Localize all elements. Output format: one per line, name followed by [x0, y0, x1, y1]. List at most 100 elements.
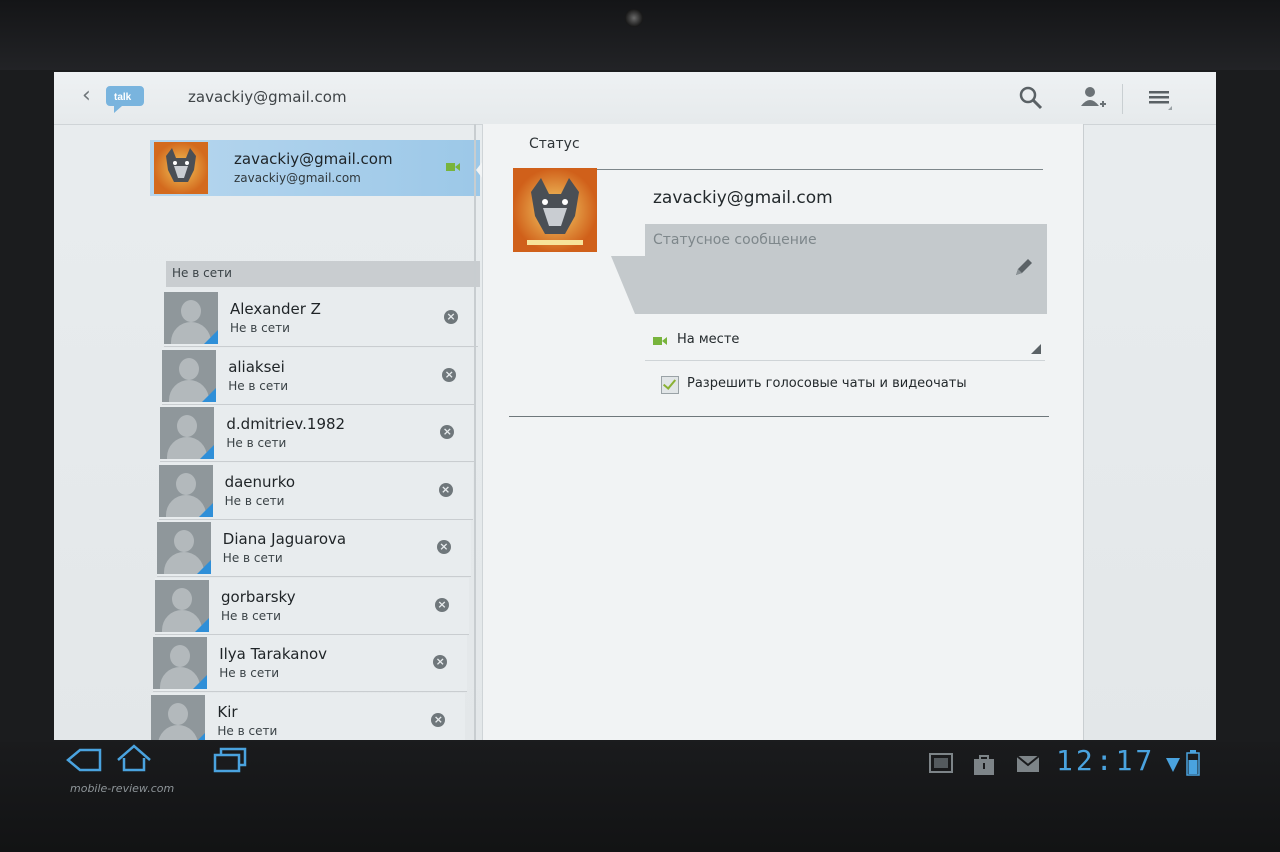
menu-icon[interactable] [1144, 84, 1174, 112]
recent-apps-icon[interactable] [212, 746, 248, 774]
avatar-head-shape [181, 300, 201, 322]
add-contact-icon[interactable] [1078, 84, 1108, 112]
remove-contact-icon[interactable]: × [440, 425, 455, 439]
voice-video-label: Разрешить голосовые чаты и видеочаты [687, 376, 967, 391]
contact-avatar-placeholder [162, 349, 217, 402]
watermark-text: mobile-review.com [70, 782, 175, 795]
home-nav-icon[interactable] [114, 742, 154, 774]
remove-contact-icon[interactable]: × [433, 655, 448, 669]
avatar-head-shape [172, 587, 192, 610]
device-bezel-top [0, 0, 1280, 70]
contact-avatar-placeholder [156, 522, 211, 574]
contact-name: Ilya Tarakanov [219, 645, 328, 663]
offline-corner-marker [196, 560, 211, 574]
my-avatar [154, 142, 208, 194]
offline-corner-marker [193, 675, 208, 689]
video-camera-icon [446, 163, 460, 171]
contact-row[interactable]: gorbarsky Не в сети × [155, 577, 469, 635]
contact-list-pane: zavackiy@gmail.com zavackiy@gmail.com Не… [144, 124, 490, 740]
search-icon[interactable] [1016, 84, 1046, 112]
remove-contact-icon[interactable]: × [438, 482, 453, 497]
contact-row[interactable]: Ilya Tarakanov Не в сети × [153, 635, 468, 692]
video-camera-icon [653, 337, 667, 345]
my-account-row[interactable]: zavackiy@gmail.com zavackiy@gmail.com [150, 140, 490, 196]
status-message-placeholder: Статусное сообщение [653, 232, 817, 248]
contact-name: daenurko [224, 472, 296, 491]
contact-avatar-placeholder [164, 292, 218, 344]
back-chevron-icon[interactable]: ‹ [82, 85, 96, 107]
front-camera [625, 9, 643, 27]
action-bar: ‹ talk zavackiy@gmail.com [54, 72, 1216, 125]
contact-status: Не в сети [222, 551, 283, 565]
contact-name: Diana Jaguarova [222, 530, 347, 548]
avatar-head-shape [170, 645, 191, 667]
status-clock: 12:17 [1056, 744, 1156, 777]
contact-name: aliaksei [228, 357, 285, 376]
contact-name: Alexander Z [230, 300, 321, 318]
remove-contact-icon[interactable]: × [436, 540, 451, 554]
battery-icon [1186, 750, 1200, 776]
profile-avatar[interactable] [513, 168, 597, 252]
remove-contact-icon[interactable]: × [435, 597, 449, 612]
voice-video-checkbox[interactable] [661, 376, 679, 394]
contact-status: Не в сети [221, 608, 281, 623]
contact-row[interactable]: Kir Не в сети × [151, 692, 466, 740]
contact-row[interactable]: aliaksei Не в сети × [162, 347, 477, 405]
offline-section-header: Не в сети [166, 261, 480, 287]
wifi-signal-icon [1166, 758, 1180, 772]
contact-status: Не в сети [217, 723, 278, 738]
contact-row[interactable]: Alexander Z Не в сети × [164, 290, 478, 347]
my-account-name: zavackiy@gmail.com [234, 150, 393, 168]
contact-status: Не в сети [224, 493, 285, 508]
back-nav-icon[interactable] [66, 746, 102, 774]
contact-avatar-placeholder [158, 464, 213, 517]
avatar-head-shape [173, 530, 194, 552]
detail-bottom-divider [509, 416, 1049, 417]
mail-icon[interactable] [1016, 754, 1040, 774]
pane-divider [474, 124, 476, 740]
talk-logo-icon[interactable]: talk [106, 82, 146, 114]
pencil-icon[interactable] [1013, 256, 1035, 278]
contact-row[interactable]: d.dmitriev.1982 Не в сети × [160, 405, 475, 462]
shopping-bag-icon[interactable] [972, 752, 996, 776]
contact-status: Не в сети [219, 666, 280, 680]
screenshot-notification-icon[interactable] [928, 752, 954, 776]
offline-corner-marker [198, 502, 213, 517]
contact-avatar-placeholder [151, 694, 206, 740]
contact-name: gorbarsky [221, 587, 296, 606]
presence-value: На месте [677, 332, 740, 347]
avatar-head-shape [168, 702, 189, 725]
contact-avatar-placeholder [155, 579, 209, 632]
avatar-head-shape [177, 415, 198, 437]
my-account-email: zavackiy@gmail.com [234, 171, 361, 185]
remove-contact-icon[interactable]: × [431, 712, 446, 727]
contact-row[interactable]: daenurko Не в сети × [158, 462, 473, 520]
remove-contact-icon[interactable]: × [442, 367, 457, 382]
contact-avatar-placeholder [160, 407, 215, 459]
remove-contact-icon[interactable]: × [444, 310, 458, 324]
offline-corner-marker [195, 617, 209, 632]
offline-corner-marker [202, 387, 217, 402]
contact-name: Kir [217, 702, 238, 721]
contact-avatar-placeholder [153, 637, 208, 689]
contact-row[interactable]: Diana Jaguarova Не в сети × [156, 520, 471, 577]
offline-corner-marker [204, 330, 218, 344]
account-title: zavackiy@gmail.com [188, 88, 347, 106]
dropdown-indicator-icon [1031, 344, 1041, 354]
action-bar-divider [1122, 84, 1123, 114]
status-heading: Статус [529, 136, 580, 152]
contact-name: d.dmitriev.1982 [226, 415, 346, 433]
screen: ‹ talk zavackiy@gmail.com zavackiy@gmail… [54, 72, 1216, 740]
presence-selector[interactable]: На месте [645, 324, 1045, 361]
talk-logo-text: talk [114, 92, 132, 103]
contact-status: Не в сети [228, 378, 289, 393]
status-detail-panel: Статус zavackiy@gmail.com Статусное сооб… [482, 124, 1084, 740]
contact-status: Не в сети [226, 436, 287, 450]
offline-section-label: Не в сети [172, 266, 232, 280]
avatar-head-shape [175, 472, 196, 495]
contact-status: Не в сети [230, 321, 290, 335]
offline-corner-marker [200, 445, 215, 459]
avatar-head-shape [179, 357, 200, 380]
profile-name: zavackiy@gmail.com [653, 188, 833, 208]
offline-corner-marker [191, 732, 206, 740]
